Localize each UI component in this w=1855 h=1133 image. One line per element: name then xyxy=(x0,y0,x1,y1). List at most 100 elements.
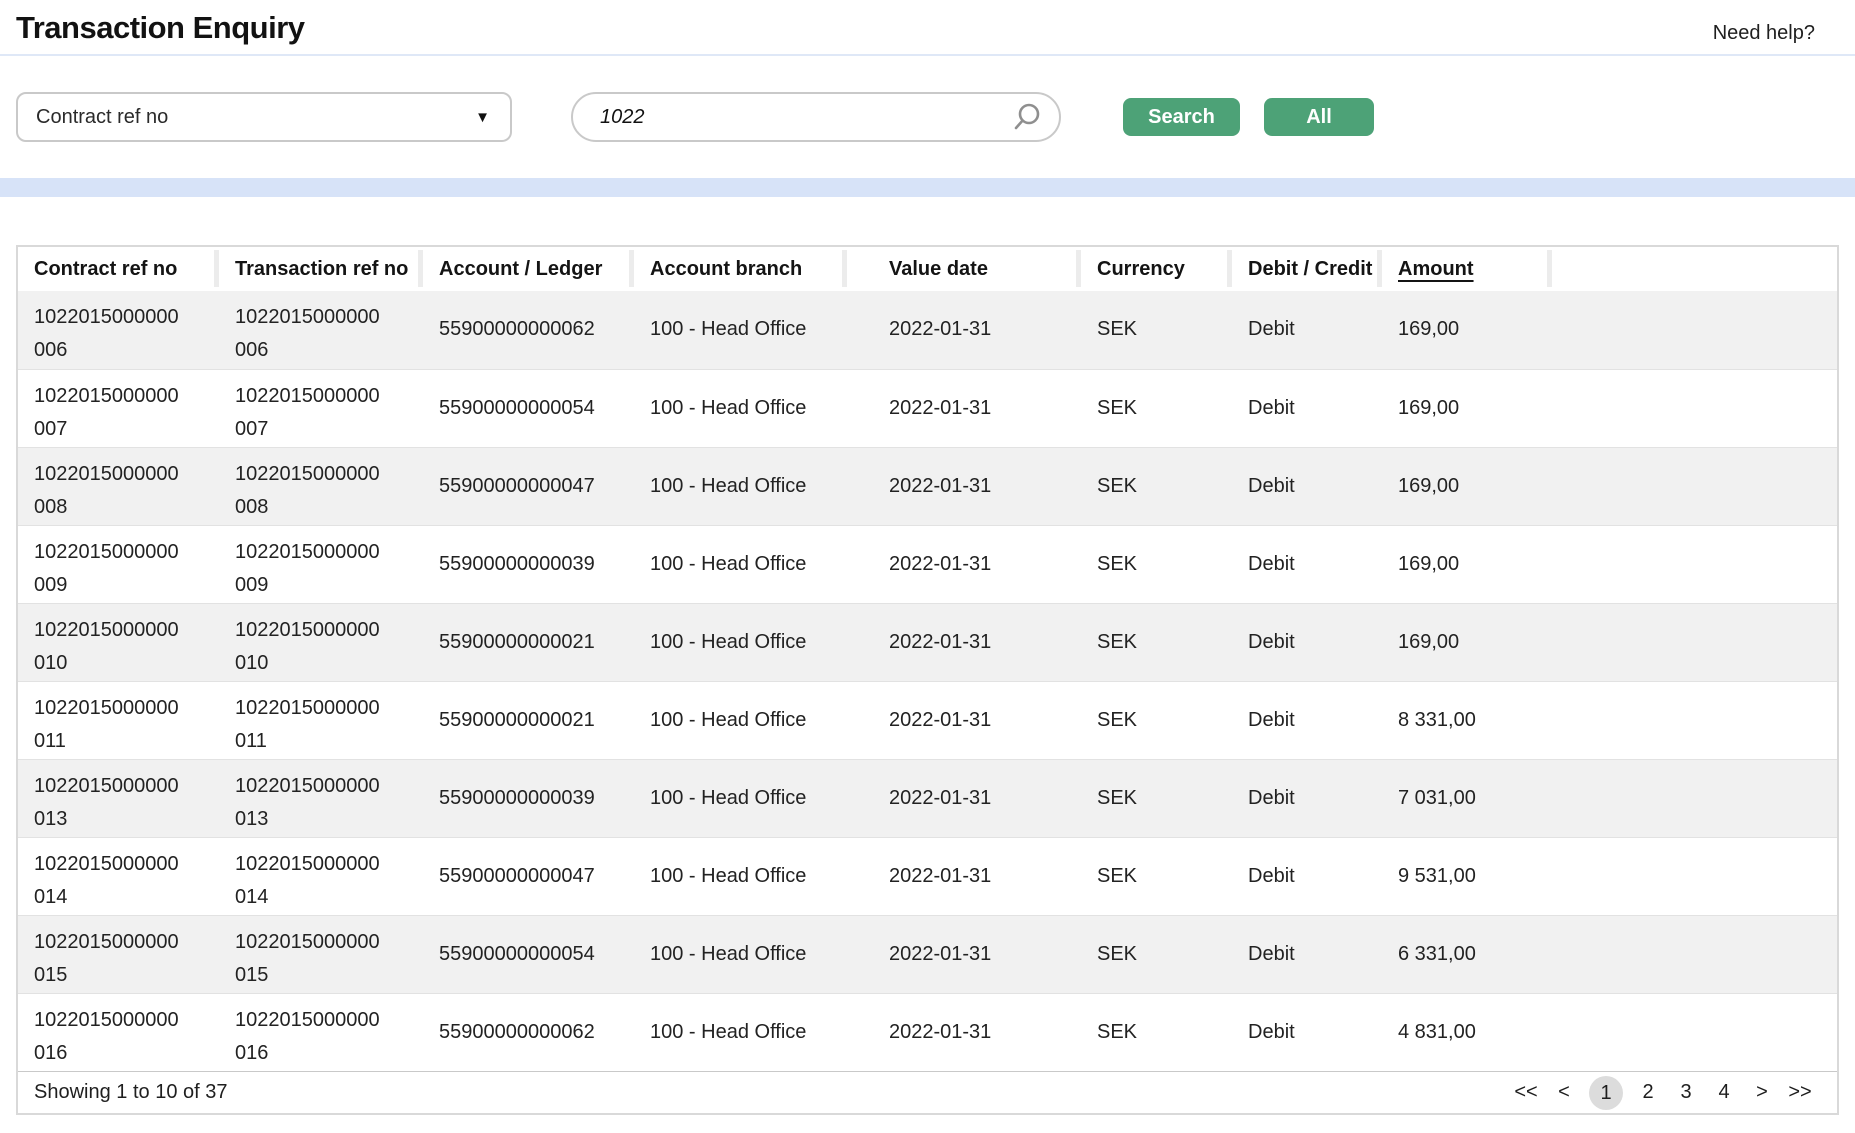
column-header-actions xyxy=(1552,247,1837,291)
cell-account_branch: 100 - Head Office xyxy=(634,603,847,681)
table-row[interactable]: 1022015000000013102201500000001355900000… xyxy=(18,759,1837,837)
column-header-label: Contract ref no xyxy=(34,258,177,280)
cell-account_ledger: 55900000000047 xyxy=(423,447,634,525)
cell-account_ledger: 55900000000039 xyxy=(423,759,634,837)
cell-debit_credit: Debit xyxy=(1232,369,1382,447)
cell-transaction_ref: 1022015000000014 xyxy=(219,837,423,915)
cell-account_branch: 100 - Head Office xyxy=(634,915,847,993)
cell-account_branch: 100 - Head Office xyxy=(634,993,847,1071)
cell-account_ledger: 55900000000062 xyxy=(423,291,634,369)
cell-amount: 4 831,00 xyxy=(1382,993,1552,1071)
column-header-label: Debit / Credit xyxy=(1248,258,1372,280)
cell-actions xyxy=(1552,993,1837,1071)
cell-currency: SEK xyxy=(1081,525,1232,603)
column-header-debit_credit[interactable]: Debit / Credit xyxy=(1232,247,1382,291)
prev-page-button[interactable]: < xyxy=(1551,1081,1577,1104)
table-row[interactable]: 1022015000000010102201500000001055900000… xyxy=(18,603,1837,681)
cell-currency: SEK xyxy=(1081,291,1232,369)
pagination: <<<1234>>> xyxy=(1513,1076,1813,1110)
cell-contract_ref: 1022015000000006 xyxy=(18,291,219,369)
table-row[interactable]: 1022015000000008102201500000000855900000… xyxy=(18,447,1837,525)
last-page-button[interactable]: >> xyxy=(1787,1081,1813,1104)
cell-currency: SEK xyxy=(1081,447,1232,525)
cell-amount: 169,00 xyxy=(1382,369,1552,447)
cell-contract_ref: 1022015000000010 xyxy=(18,603,219,681)
cell-transaction_ref: 1022015000000015 xyxy=(219,915,423,993)
column-header-label: Transaction ref no xyxy=(235,258,408,280)
table-row[interactable]: 1022015000000015102201500000001555900000… xyxy=(18,915,1837,993)
cell-actions xyxy=(1552,447,1837,525)
need-help-link[interactable]: Need help? xyxy=(1713,22,1815,45)
page-title: Transaction Enquiry xyxy=(16,10,305,46)
page-header: Transaction Enquiry Need help? xyxy=(0,0,1855,56)
page-2-button[interactable]: 2 xyxy=(1635,1081,1661,1104)
column-header-account_ledger[interactable]: Account / Ledger xyxy=(423,247,634,291)
cell-account_ledger: 55900000000021 xyxy=(423,603,634,681)
results-table-container: Contract ref no Transaction ref no Account… xyxy=(16,245,1839,1115)
cell-amount: 169,00 xyxy=(1382,291,1552,369)
cell-actions xyxy=(1552,603,1837,681)
cell-account_branch: 100 - Head Office xyxy=(634,837,847,915)
cell-contract_ref: 1022015000000013 xyxy=(18,759,219,837)
column-header-label: Currency xyxy=(1097,258,1185,280)
next-page-button[interactable]: > xyxy=(1749,1081,1775,1104)
column-header-currency[interactable]: Currency xyxy=(1081,247,1232,291)
column-header-account_branch[interactable]: Account branch xyxy=(634,247,847,291)
cell-amount: 9 531,00 xyxy=(1382,837,1552,915)
first-page-button[interactable]: << xyxy=(1513,1081,1539,1104)
cell-debit_credit: Debit xyxy=(1232,759,1382,837)
table-row[interactable]: 1022015000000009102201500000000955900000… xyxy=(18,525,1837,603)
cell-value_date: 2022-01-31 xyxy=(847,993,1081,1071)
column-header-transaction_ref[interactable]: Transaction ref no xyxy=(219,247,423,291)
cell-transaction_ref: 1022015000000016 xyxy=(219,993,423,1071)
cell-currency: SEK xyxy=(1081,759,1232,837)
cell-account_ledger: 55900000000054 xyxy=(423,915,634,993)
cell-transaction_ref: 1022015000000009 xyxy=(219,525,423,603)
table-row[interactable]: 1022015000000016102201500000001655900000… xyxy=(18,993,1837,1071)
cell-currency: SEK xyxy=(1081,681,1232,759)
cell-transaction_ref: 1022015000000010 xyxy=(219,603,423,681)
table-header-row: Contract ref no Transaction ref no Account… xyxy=(18,247,1837,291)
search-input[interactable] xyxy=(571,92,1061,142)
search-icon[interactable] xyxy=(1011,101,1043,133)
cell-amount: 169,00 xyxy=(1382,447,1552,525)
cell-actions xyxy=(1552,759,1837,837)
table-row[interactable]: 1022015000000011102201500000001155900000… xyxy=(18,681,1837,759)
cell-currency: SEK xyxy=(1081,837,1232,915)
column-header-label: Amount xyxy=(1398,258,1474,280)
cell-actions xyxy=(1552,681,1837,759)
cell-amount: 7 031,00 xyxy=(1382,759,1552,837)
cell-actions xyxy=(1552,369,1837,447)
column-header-value_date[interactable]: Value date xyxy=(847,247,1081,291)
cell-debit_credit: Debit xyxy=(1232,993,1382,1071)
cell-transaction_ref: 1022015000000006 xyxy=(219,291,423,369)
cell-contract_ref: 1022015000000008 xyxy=(18,447,219,525)
all-button[interactable]: All xyxy=(1264,98,1374,136)
search-field-wrap xyxy=(571,92,1061,142)
page-4-button[interactable]: 4 xyxy=(1711,1081,1737,1104)
cell-debit_credit: Debit xyxy=(1232,447,1382,525)
cell-transaction_ref: 1022015000000011 xyxy=(219,681,423,759)
table-row[interactable]: 1022015000000007102201500000000755900000… xyxy=(18,369,1837,447)
cell-contract_ref: 1022015000000009 xyxy=(18,525,219,603)
column-header-contract_ref[interactable]: Contract ref no xyxy=(18,247,219,291)
cell-amount: 8 331,00 xyxy=(1382,681,1552,759)
page-3-button[interactable]: 3 xyxy=(1673,1081,1699,1104)
cell-value_date: 2022-01-31 xyxy=(847,603,1081,681)
cell-actions xyxy=(1552,915,1837,993)
cell-transaction_ref: 1022015000000008 xyxy=(219,447,423,525)
cell-debit_credit: Debit xyxy=(1232,837,1382,915)
search-button[interactable]: Search xyxy=(1123,98,1240,136)
cell-account_branch: 100 - Head Office xyxy=(634,525,847,603)
cell-contract_ref: 1022015000000015 xyxy=(18,915,219,993)
table-row[interactable]: 1022015000000006102201500000000655900000… xyxy=(18,291,1837,369)
section-divider-bar xyxy=(0,178,1855,197)
column-header-label: Account branch xyxy=(650,258,802,280)
field-selector[interactable]: Contract ref no ▼ xyxy=(16,92,512,142)
cell-amount: 6 331,00 xyxy=(1382,915,1552,993)
results-summary: Showing 1 to 10 of 37 xyxy=(34,1081,227,1104)
page-1-button[interactable]: 1 xyxy=(1589,1076,1623,1110)
table-row[interactable]: 1022015000000014102201500000001455900000… xyxy=(18,837,1837,915)
column-header-amount[interactable]: Amount xyxy=(1382,247,1552,291)
cell-currency: SEK xyxy=(1081,369,1232,447)
